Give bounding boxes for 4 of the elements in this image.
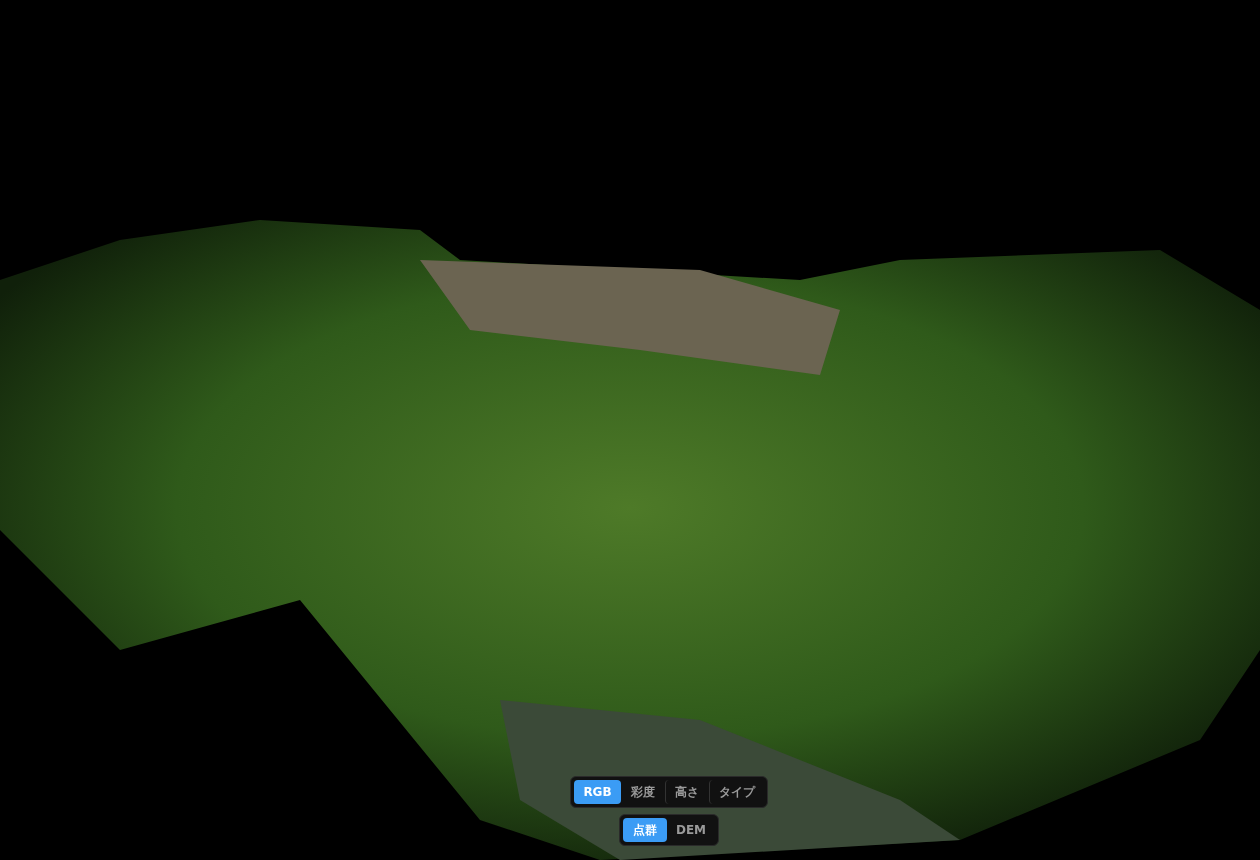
mode-tab[interactable]: DEM bbox=[666, 818, 716, 842]
mode-tab[interactable]: 高さ bbox=[664, 780, 709, 804]
mode-tab[interactable]: タイプ bbox=[708, 780, 764, 804]
mode-tab[interactable]: 彩度 bbox=[620, 780, 665, 804]
